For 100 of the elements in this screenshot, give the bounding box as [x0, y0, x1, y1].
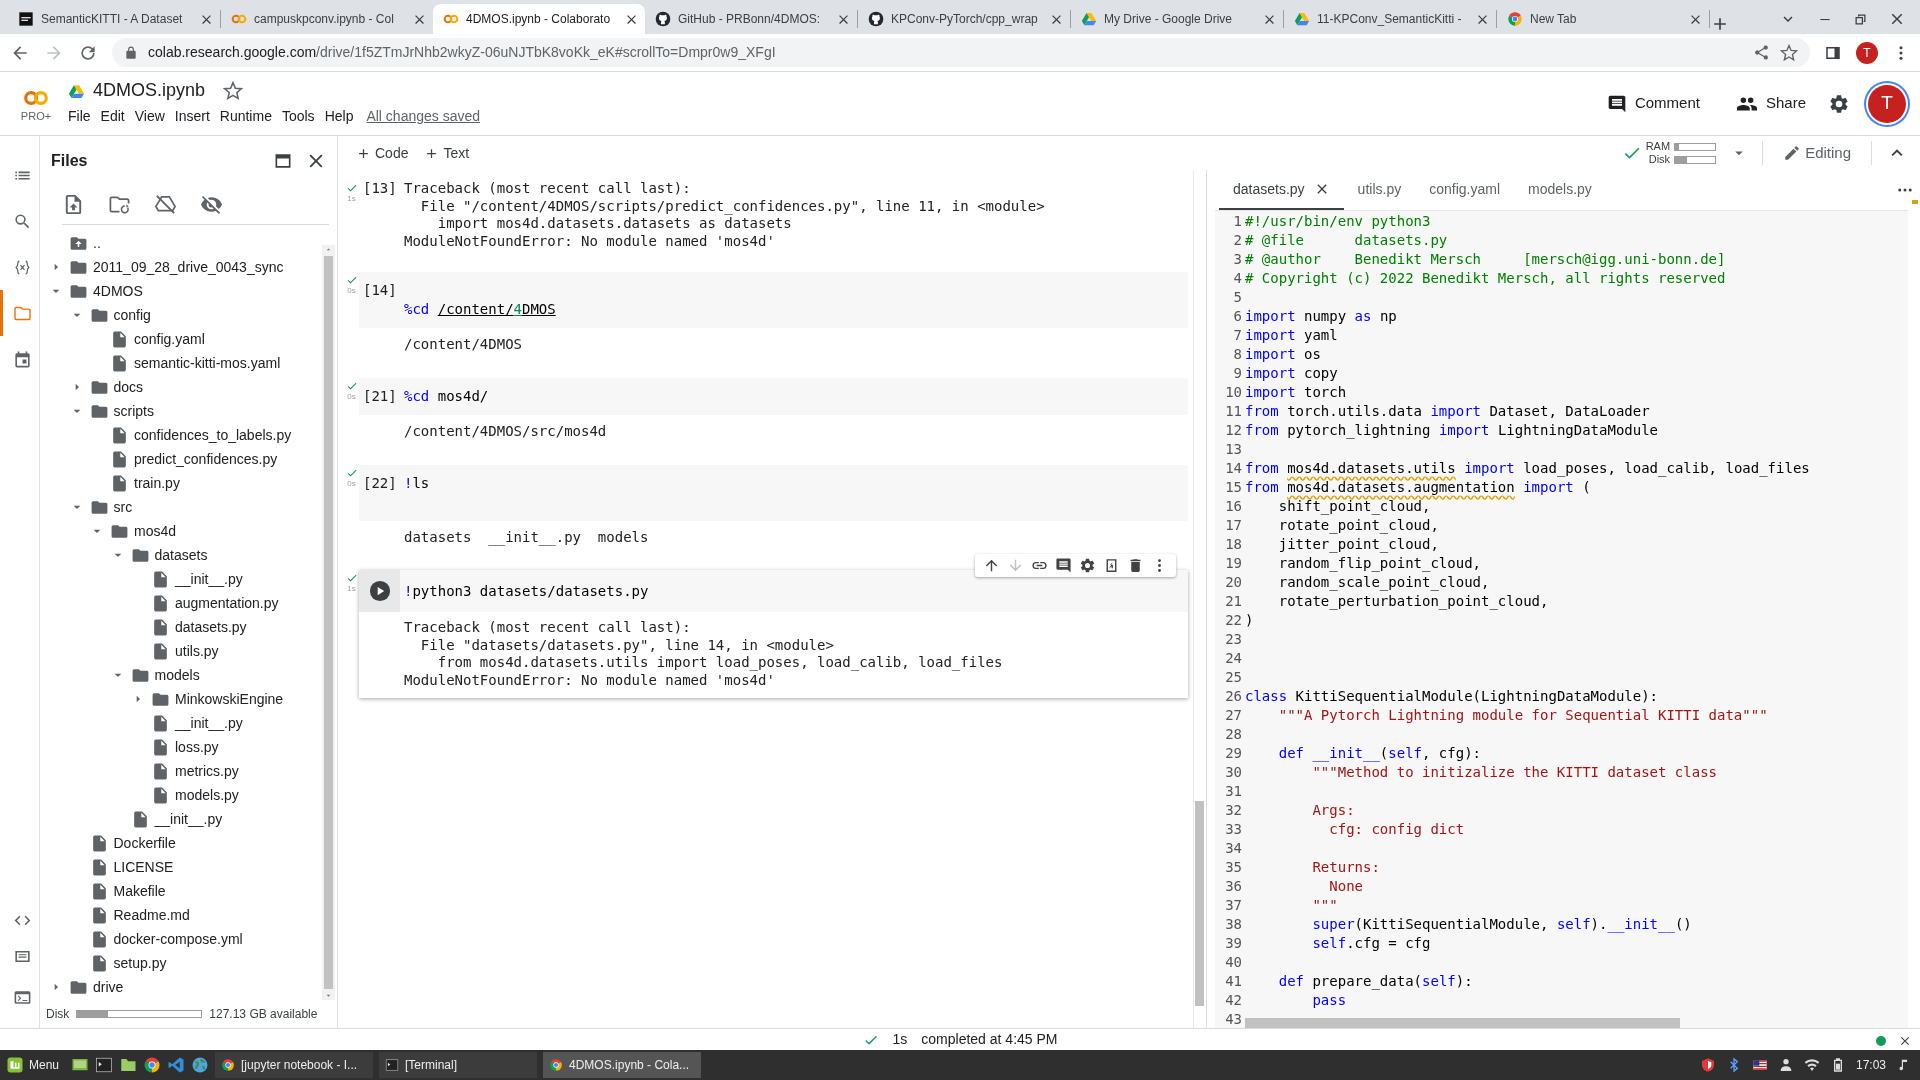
- browser-tab[interactable]: My Drive - Google Drive: [1071, 4, 1283, 34]
- file-tree-item[interactable]: models: [48, 663, 322, 687]
- file-tree-item[interactable]: utils.py: [48, 639, 322, 663]
- scrollbar[interactable]: [1193, 170, 1206, 1028]
- refresh-folder-icon[interactable]: [108, 193, 131, 216]
- run-button[interactable]: [368, 580, 391, 603]
- browser-tab[interactable]: KPConv-PyTorch/cpp_wrap: [858, 4, 1070, 34]
- file-tree-item[interactable]: MinkowskiEngine: [48, 687, 322, 711]
- editor-tab[interactable]: utils.py: [1343, 170, 1416, 210]
- editor-tab[interactable]: models.py: [1514, 170, 1606, 210]
- line-number: 11: [1224, 402, 1243, 421]
- file-tree-item[interactable]: train.py: [48, 471, 322, 495]
- settings-icon[interactable]: [1828, 92, 1850, 115]
- file-tree-item[interactable]: config.yaml: [48, 327, 322, 351]
- code-line: import yaml: [1245, 326, 1338, 345]
- file-tree-item[interactable]: semantic-kitti-mos.yaml: [48, 351, 322, 375]
- file-tree-item[interactable]: mos4d: [48, 519, 322, 543]
- file-tree-item[interactable]: predict_confidences.py: [48, 447, 322, 471]
- file-tree-item[interactable]: docker-compose.yml: [48, 927, 322, 951]
- file-tree-item[interactable]: __init__.py: [48, 567, 322, 591]
- settings-icon[interactable]: [1079, 557, 1096, 575]
- browser-tab[interactable]: GitHub - PRBonn/4DMOS:: [645, 4, 857, 34]
- menu-item[interactable]: Runtime: [214, 105, 277, 127]
- browser-tab[interactable]: campuskpconv.ipynb - Col: [221, 4, 433, 34]
- taskbar-window[interactable]: [jupyter notebook - I...: [215, 1052, 374, 1078]
- file-tree-item[interactable]: docs: [48, 375, 322, 399]
- star-icon[interactable]: [223, 81, 244, 101]
- scroll-marker: [1912, 200, 1918, 204]
- taskbar-window[interactable]: [Terminal]: [379, 1052, 538, 1078]
- menu-item[interactable]: Tools: [276, 105, 320, 127]
- file-tree-item[interactable]: confidences_to_labels.py: [48, 423, 322, 447]
- file-tree-item[interactable]: LICENSE: [48, 855, 322, 879]
- folder-icon[interactable]: [119, 1056, 138, 1074]
- file-tree-item[interactable]: 4DMOS: [48, 279, 322, 303]
- file-tree-item[interactable]: models.py: [48, 783, 322, 807]
- star-icon[interactable]: [1780, 43, 1798, 62]
- menu-item[interactable]: Insert: [169, 105, 215, 127]
- file-tree-item[interactable]: augmentation.py: [48, 591, 322, 615]
- browser-icon[interactable]: [143, 1056, 162, 1074]
- file-icon: [110, 353, 129, 373]
- file-tree-item[interactable]: scripts: [48, 399, 322, 423]
- line-number: 38: [1224, 915, 1243, 934]
- file-tree-item[interactable]: src: [48, 495, 322, 519]
- file-tree-item[interactable]: config: [48, 303, 322, 327]
- terminal-icon[interactable]: [95, 1056, 114, 1074]
- account-avatar[interactable]: T: [1868, 84, 1906, 123]
- file-tree-item[interactable]: ..: [48, 231, 322, 255]
- notebook-title[interactable]: 4DMOS.ipynb: [93, 80, 206, 102]
- file-tree-item[interactable]: 2011_09_28_drive_0043_sync: [48, 255, 322, 279]
- share-icon[interactable]: [1753, 44, 1770, 61]
- close-icon[interactable]: [1898, 1034, 1912, 1048]
- line-number: 9: [1232, 364, 1243, 383]
- file-tree-item[interactable]: datasets.py: [48, 615, 322, 639]
- browser-tab[interactable]: 11-KPConv_SemanticKitti -: [1284, 4, 1496, 34]
- wifi-icon[interactable]: [1803, 1057, 1820, 1073]
- save-status[interactable]: All changes saved: [366, 105, 481, 127]
- line-number: 3: [1232, 250, 1243, 269]
- code-line: def __init__(self, cfg):: [1277, 744, 1482, 763]
- line-number: 21: [1224, 592, 1243, 611]
- menu-item[interactable]: File: [63, 105, 96, 127]
- active-cell[interactable]: [359, 570, 1188, 698]
- ram-meter: [1674, 142, 1717, 151]
- address-field[interactable]: colab.research.google.com/drive/1f5ZTmJrNhb2wkyZ-06uNJTbK8voKk_eK#scrollTo=Dmpr0w9_XFgI: [112, 38, 1810, 67]
- file-tree-item[interactable]: datasets: [48, 543, 322, 567]
- file-tree-item[interactable]: setup.py: [48, 951, 322, 975]
- hidden-icon[interactable]: [200, 193, 223, 216]
- calendar-icon: [13, 349, 32, 369]
- file-tree-item[interactable]: drive: [48, 975, 322, 999]
- share-button[interactable]: Share: [1729, 91, 1812, 116]
- file-tree-item[interactable]: loss.py: [48, 735, 322, 759]
- add-code-button[interactable]: Code: [350, 140, 415, 166]
- file-tree-item[interactable]: metrics.py: [48, 759, 322, 783]
- file-tree-item[interactable]: Readme.md: [48, 903, 322, 927]
- editing-button[interactable]: Editing: [1777, 139, 1857, 167]
- browser-tab[interactable]: 4DMOS.ipynb - Colaborato: [433, 4, 645, 34]
- file-tree-item[interactable]: __init__.py: [48, 711, 322, 735]
- shield-icon[interactable]: [1699, 1057, 1716, 1073]
- editor-tab[interactable]: config.yaml: [1415, 170, 1514, 210]
- add-text-button[interactable]: Text: [418, 140, 476, 166]
- drive-off-icon[interactable]: [154, 193, 177, 216]
- taskbar-window[interactable]: 4DMOS.ipynb - Cola...: [543, 1052, 702, 1078]
- cat-icon: [655, 11, 671, 27]
- clock[interactable]: 17:03: [1855, 1056, 1886, 1074]
- browser-tab[interactable]: SemanticKITTI - A Dataset: [8, 4, 220, 34]
- profile-avatar[interactable]: T: [1856, 41, 1878, 64]
- scrollbar[interactable]: [1245, 1018, 1680, 1028]
- globe-icon[interactable]: [191, 1056, 210, 1074]
- comment-icon[interactable]: [1055, 557, 1072, 575]
- browser-tab[interactable]: New Tab: [1497, 4, 1709, 34]
- file-tree-item[interactable]: Makefile: [48, 879, 322, 903]
- menu-item[interactable]: View: [129, 105, 170, 127]
- file-icon: [151, 785, 170, 805]
- start-menu-button[interactable]: Menu: [6, 1056, 66, 1074]
- menu-item[interactable]: Edit: [95, 105, 130, 127]
- comment-button[interactable]: Comment: [1600, 91, 1706, 116]
- file-tree-item[interactable]: Dockerfile: [48, 831, 322, 855]
- menu-item[interactable]: Help: [319, 105, 359, 127]
- editor-icon[interactable]: [167, 1056, 186, 1074]
- flag-icon[interactable]: [1751, 1057, 1768, 1073]
- file-tree-item[interactable]: __init__.py: [48, 807, 322, 831]
